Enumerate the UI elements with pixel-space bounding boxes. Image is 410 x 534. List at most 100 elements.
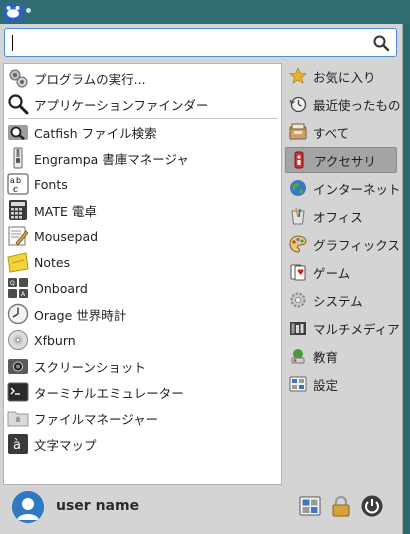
- category-label: お気に入り: [313, 69, 376, 85]
- terminal-icon: [7, 381, 29, 403]
- category-label: インターネット: [313, 181, 401, 197]
- user-name: user name: [56, 498, 140, 514]
- user-avatar-icon: [12, 491, 44, 523]
- settings-icon: [289, 375, 307, 393]
- app-label: MATE 電卓: [34, 203, 97, 219]
- lock-icon: [332, 495, 350, 517]
- category-label: ゲーム: [313, 265, 351, 281]
- list-item[interactable]: MATE 電卓: [6, 198, 278, 222]
- list-item[interactable]: a b c Fonts: [6, 172, 278, 196]
- globe-icon: [289, 179, 307, 197]
- app-label: 文字マップ: [34, 437, 97, 453]
- list-item[interactable]: アプリケーションファインダー: [6, 92, 278, 116]
- category-accessories[interactable]: アクセサリ: [285, 147, 397, 173]
- education-icon: [289, 347, 307, 365]
- app-label: Mousepad: [34, 228, 99, 244]
- list-item[interactable]: Notes: [6, 250, 278, 274]
- svg-text:a: a: [10, 176, 15, 185]
- whisker-menu-button[interactable]: [3, 3, 23, 21]
- search-box[interactable]: [4, 28, 397, 57]
- category-internet[interactable]: インターネット: [285, 175, 401, 201]
- clock-icon: [7, 303, 29, 325]
- app-finder-icon: [7, 93, 29, 115]
- svg-text:Q: Q: [10, 280, 15, 287]
- multimedia-icon: [289, 319, 307, 337]
- app-label: Xfburn: [34, 332, 76, 348]
- all-apps-icon: [289, 123, 307, 141]
- text-editor-icon: [7, 225, 29, 247]
- category-system[interactable]: システム: [285, 287, 397, 313]
- star-icon: [289, 67, 307, 85]
- catfish-icon: [7, 121, 29, 143]
- category-label: 設定: [313, 377, 339, 393]
- app-label: Catfish ファイル検索: [34, 125, 157, 141]
- bottom-bar: user name: [0, 486, 403, 534]
- archive-manager-icon: [7, 147, 29, 169]
- list-item[interactable]: スクリーンショット: [6, 354, 278, 378]
- list-item[interactable]: Xfburn: [6, 328, 278, 352]
- system-gear-icon: [289, 291, 307, 309]
- avatar[interactable]: [12, 491, 44, 523]
- category-label: アクセサリ: [314, 153, 376, 169]
- app-label: スクリーンショット: [34, 359, 146, 375]
- graphics-icon: [289, 235, 307, 253]
- category-all[interactable]: すべて: [285, 119, 397, 145]
- search-input[interactable]: [11, 33, 351, 52]
- games-icon: ♥: [289, 263, 307, 281]
- svg-text:à: à: [13, 438, 21, 453]
- list-item[interactable]: Mousepad: [6, 224, 278, 248]
- office-icon: [289, 207, 307, 225]
- category-label: 教育: [313, 349, 339, 365]
- power-icon: [361, 495, 383, 517]
- app-label: Orage 世界時計: [34, 307, 127, 323]
- list-item[interactable]: Engrampa 書庫マネージャ: [6, 146, 278, 170]
- search-icon[interactable]: [372, 34, 390, 52]
- category-label: すべて: [313, 125, 350, 141]
- disc-burner-icon: [7, 329, 29, 351]
- calculator-icon: [7, 199, 29, 221]
- svg-text:♥: ♥: [297, 268, 304, 277]
- category-multimedia[interactable]: マルチメディア: [285, 315, 400, 341]
- category-graphics[interactable]: グラフィックス: [285, 231, 400, 257]
- lock-screen-button[interactable]: [330, 495, 352, 517]
- list-item[interactable]: à 文字マップ: [6, 432, 278, 456]
- run-program-icon: [7, 67, 29, 89]
- top-panel: [0, 0, 410, 24]
- category-recent[interactable]: 最近使ったもの: [285, 91, 401, 117]
- list-item[interactable]: Catfish ファイル検索: [6, 120, 278, 144]
- app-label: アプリケーションファインダー: [34, 97, 209, 113]
- category-label: 最近使ったもの: [313, 97, 401, 113]
- settings-manager-button[interactable]: [299, 495, 321, 517]
- category-education[interactable]: 教育: [285, 343, 397, 369]
- notes-icon: [7, 251, 29, 273]
- file-manager-icon: [7, 407, 29, 429]
- list-item[interactable]: プログラムの実行...: [6, 66, 278, 90]
- svg-text:c: c: [13, 185, 18, 195]
- recent-icon: [289, 95, 307, 113]
- app-label: ターミナルエミュレーター: [34, 385, 184, 401]
- settings-manager-icon: [299, 496, 321, 516]
- character-map-icon: à: [7, 433, 29, 455]
- app-label: Fonts: [34, 176, 68, 192]
- app-label: Onboard: [34, 280, 88, 296]
- category-office[interactable]: オフィス: [285, 203, 397, 229]
- list-item[interactable]: Orage 世界時計: [6, 302, 278, 326]
- list-item[interactable]: Q A Onboard: [6, 276, 278, 300]
- whisker-menu: プログラムの実行... アプリケーションファインダー Catfish ファイル検…: [0, 24, 403, 534]
- fonts-icon: a b c: [7, 173, 29, 195]
- category-settings[interactable]: 設定: [285, 371, 397, 397]
- svg-text:b: b: [16, 176, 21, 185]
- xfce-mouse-icon: [6, 6, 20, 18]
- power-button[interactable]: [361, 495, 383, 517]
- list-item[interactable]: ファイルマネージャー: [6, 406, 278, 430]
- app-label: ファイルマネージャー: [34, 411, 159, 427]
- app-label: Engrampa 書庫マネージャ: [34, 151, 189, 167]
- category-favorites[interactable]: お気に入り: [285, 63, 397, 89]
- list-item[interactable]: ターミナルエミュレーター: [6, 380, 278, 404]
- application-list: プログラムの実行... アプリケーションファインダー Catfish ファイル検…: [3, 63, 282, 485]
- category-label: システム: [313, 293, 363, 309]
- category-games[interactable]: ♥ ゲーム: [285, 259, 397, 285]
- app-label: プログラムの実行...: [34, 71, 146, 87]
- accessories-icon: [290, 151, 308, 169]
- panel-separator-dot: [26, 8, 31, 13]
